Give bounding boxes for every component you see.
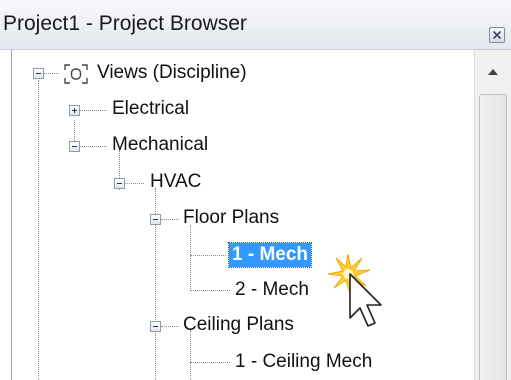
collapse-toggle-ceiling-plans[interactable] bbox=[150, 321, 161, 332]
tree-node-2-mech[interactable]: 2 - Mech bbox=[235, 278, 309, 302]
tree-connector bbox=[80, 146, 107, 147]
close-button[interactable] bbox=[489, 27, 505, 43]
collapse-toggle-mechanical[interactable] bbox=[69, 141, 80, 152]
tree-node-mechanical[interactable]: Mechanical bbox=[112, 133, 208, 157]
tree-connector bbox=[161, 326, 179, 327]
vertical-scrollbar[interactable] bbox=[474, 50, 511, 380]
tree-connector bbox=[190, 330, 191, 380]
tree-connector bbox=[190, 362, 230, 363]
tree-node-ceiling-plans[interactable]: Ceiling Plans bbox=[183, 313, 294, 337]
tree-node-1-mech[interactable]: 1 - Mech bbox=[227, 242, 313, 268]
tree-connector bbox=[38, 80, 39, 380]
project-browser: Project1 - Project Browser Views (Discip… bbox=[0, 0, 511, 380]
scroll-up-button[interactable] bbox=[475, 50, 511, 94]
tree-connector bbox=[125, 183, 144, 184]
tree-connector bbox=[80, 110, 107, 111]
tree-node-floor-plans[interactable]: Floor Plans bbox=[183, 206, 279, 230]
tree-node-views-discipline[interactable]: Views (Discipline) bbox=[97, 61, 247, 85]
arrow-up-icon bbox=[488, 69, 498, 75]
tree-connector bbox=[161, 219, 179, 220]
tree-node-electrical[interactable]: Electrical bbox=[112, 97, 189, 121]
expand-toggle-electrical[interactable] bbox=[69, 105, 80, 116]
tree-connector bbox=[190, 290, 230, 291]
tree-connector bbox=[44, 73, 59, 74]
tree-node-hvac[interactable]: HVAC bbox=[150, 170, 201, 194]
collapse-toggle-views[interactable] bbox=[33, 68, 44, 79]
tree-connector bbox=[190, 255, 226, 256]
scroll-thumb[interactable] bbox=[479, 94, 507, 380]
tree-node-1-ceiling-mech[interactable]: 1 - Ceiling Mech bbox=[235, 350, 372, 374]
collapse-toggle-floor-plans[interactable] bbox=[150, 214, 161, 225]
close-icon bbox=[492, 30, 502, 40]
mouse-cursor-icon bbox=[328, 253, 382, 327]
views-icon bbox=[64, 64, 88, 84]
collapse-toggle-hvac[interactable] bbox=[114, 178, 125, 189]
tree-connector bbox=[190, 225, 191, 291]
tree-view[interactable]: Views (Discipline) Electrical Mechanical… bbox=[0, 0, 474, 380]
